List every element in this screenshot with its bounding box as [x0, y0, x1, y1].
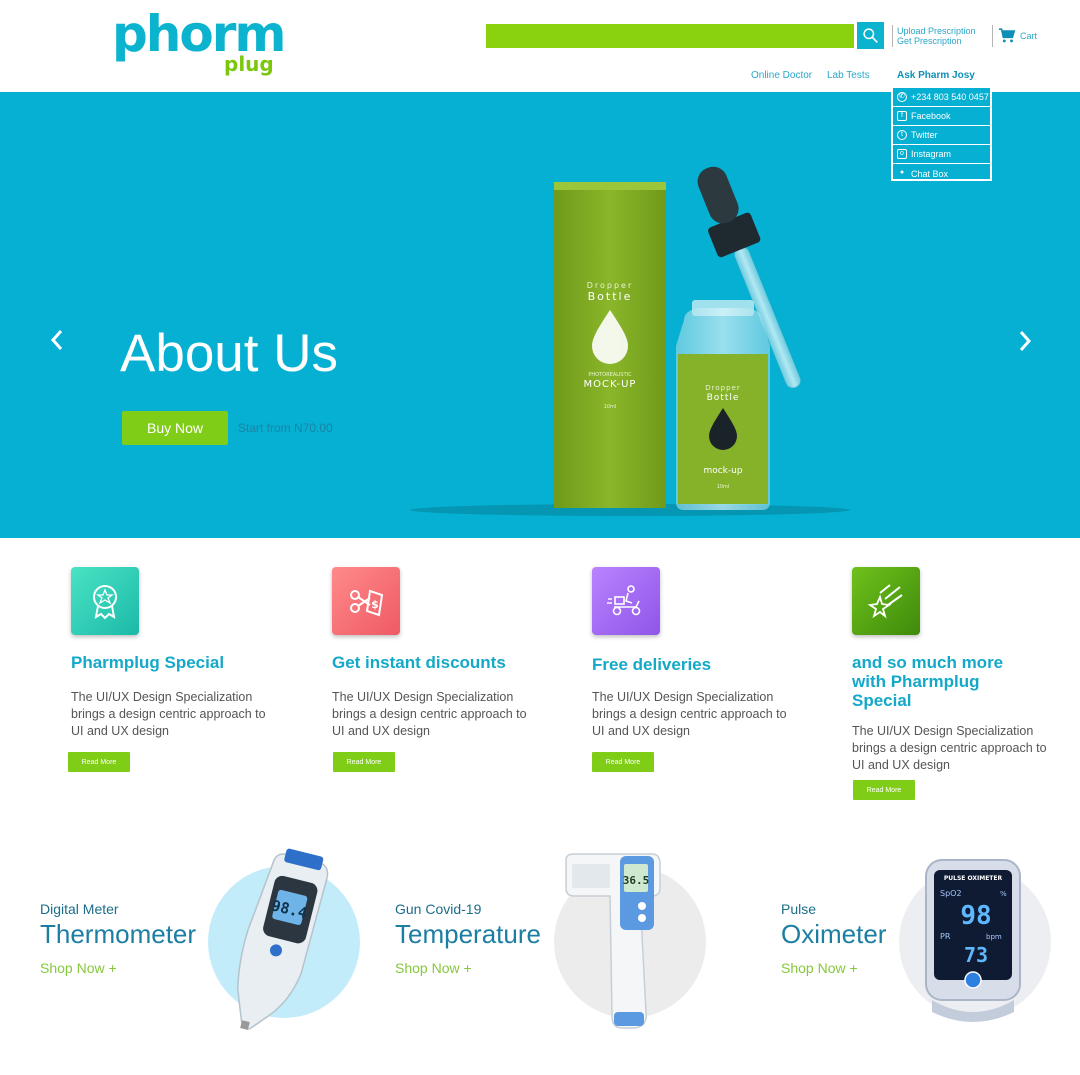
chevron-right-icon[interactable]: [1016, 329, 1034, 353]
shop-now-link[interactable]: Shop Now +: [781, 960, 858, 976]
cart-icon: [998, 28, 1016, 43]
get-prescription-link[interactable]: Get Prescription: [897, 36, 962, 46]
contact-facebook-label: Facebook: [911, 111, 951, 121]
product-subtitle: Gun Covid-19: [395, 901, 482, 917]
upload-prescription-link[interactable]: Upload Prescription: [897, 26, 976, 36]
nav-online-doctor[interactable]: Online Doctor: [751, 70, 812, 81]
logo-sub-text: plug: [224, 52, 274, 76]
nav-ask-pharm[interactable]: Ask Pharm Josy: [897, 70, 975, 81]
instagram-icon: o: [897, 149, 907, 159]
pr-label: PR: [940, 932, 951, 941]
shop-now-link[interactable]: Shop Now +: [40, 960, 117, 976]
contact-phone-label: +234 803 540 0457: [911, 92, 989, 102]
pr-value: 73: [964, 943, 988, 967]
feature-icon-box: $: [332, 567, 400, 635]
read-more-button[interactable]: Read More: [853, 780, 915, 800]
box-label-main: Bottle: [588, 290, 633, 303]
phone-icon: ✆: [897, 92, 907, 102]
feature-description: The UI/UX Design Specialization brings a…: [71, 690, 266, 738]
feature-icon-box: [852, 567, 920, 635]
feature-title: and so much more with Pharmplug Special: [852, 653, 1004, 710]
percent-sign: %: [1000, 890, 1007, 898]
site-header: phorm plug Upload Prescription Get Presc…: [0, 0, 1080, 92]
oximeter-screen-title: PULSE OXIMETER: [944, 875, 1003, 882]
divider: [992, 25, 993, 47]
read-more-button[interactable]: Read More: [333, 752, 395, 772]
hero-title: About Us: [120, 324, 339, 383]
contact-instagram[interactable]: o Instagram: [893, 145, 990, 164]
buy-now-button[interactable]: Buy Now: [122, 411, 228, 445]
temperature-gun-icon: 36.5: [565, 853, 661, 1029]
gun-screen: 36.5: [623, 874, 650, 887]
contact-phone[interactable]: ✆ +234 803 540 0457: [893, 88, 990, 107]
bottle-label-main: Bottle: [707, 393, 740, 403]
bpm-label: bpm: [986, 933, 1002, 941]
feature-icon-box: [71, 567, 139, 635]
feature-description: The UI/UX Design Specialization brings a…: [332, 690, 527, 738]
facebook-icon: f: [897, 111, 907, 121]
pulse-oximeter-icon: PULSE OXIMETER SpO2 % 98 PR bpm 73: [925, 859, 1021, 1022]
svg-text:$: $: [371, 598, 379, 611]
discount-tag-icon: $: [350, 589, 384, 617]
chevron-left-icon[interactable]: [48, 328, 66, 352]
chat-icon: ●: [899, 168, 905, 176]
search-button[interactable]: [857, 22, 884, 49]
thermometer-icon: 98.4: [236, 848, 329, 1030]
spo2-label: SpO2: [940, 889, 962, 898]
feature-title: Free deliveries: [592, 655, 712, 674]
award-icon: [93, 585, 117, 620]
product-title: Temperature: [395, 919, 541, 949]
box-label-ml: 10ml: [604, 404, 617, 410]
bottle-label-top: Dropper: [705, 384, 740, 392]
logo[interactable]: phorm plug: [112, 8, 286, 76]
box-label-top: Dropper: [587, 281, 634, 290]
search-input[interactable]: [486, 24, 854, 48]
box-label-mockup: MOCK-UP: [584, 379, 637, 390]
contact-twitter-label: Twitter: [911, 130, 938, 140]
cart-label: Cart: [1020, 30, 1038, 41]
contact-instagram-label: Instagram: [911, 149, 952, 159]
twitter-icon: t: [897, 130, 907, 140]
product-subtitle: Pulse: [781, 901, 817, 917]
nav-lab-tests[interactable]: Lab Tests: [827, 70, 870, 81]
feature-description: The UI/UX Design Specialization brings a…: [592, 690, 787, 738]
contact-chat[interactable]: ● Chat Box: [893, 164, 990, 183]
divider: [892, 25, 893, 47]
box-label-small: PHOTOREALISTIC: [588, 372, 632, 378]
product-title: Thermometer: [40, 919, 197, 949]
contact-chat-label: Chat Box: [911, 168, 949, 179]
spo2-value: 98: [960, 901, 991, 931]
feature-title: Pharmplug Special: [71, 653, 225, 672]
feature-title: Get instant discounts: [332, 653, 506, 672]
feature-description: The UI/UX Design Specialization brings a…: [852, 724, 1047, 772]
read-more-button[interactable]: Read More: [592, 752, 654, 772]
price-start-text: Start from N70.00: [238, 421, 333, 435]
shooting-star-icon: [867, 584, 903, 619]
product-title: Oximeter: [781, 919, 887, 949]
delivery-scooter-icon: [607, 585, 641, 616]
contact-facebook[interactable]: f Facebook: [893, 107, 990, 126]
contact-dropdown: ✆ +234 803 540 0457 f Facebook t Twitter…: [891, 86, 992, 181]
dropper-bottle-image: Dropper Bottle PHOTOREALISTIC MOCK-UP 10…: [410, 166, 850, 516]
read-more-button[interactable]: Read More: [68, 752, 130, 772]
contact-twitter[interactable]: t Twitter: [893, 126, 990, 145]
feature-icon-box: [592, 567, 660, 635]
shop-now-link[interactable]: Shop Now +: [395, 960, 472, 976]
cart-button[interactable]: Cart: [998, 27, 1037, 44]
search-icon: [863, 28, 878, 43]
bottle-label-ml: 10ml: [717, 484, 730, 490]
bottle-label-mockup: mock-up: [703, 466, 742, 476]
product-subtitle: Digital Meter: [40, 901, 119, 917]
